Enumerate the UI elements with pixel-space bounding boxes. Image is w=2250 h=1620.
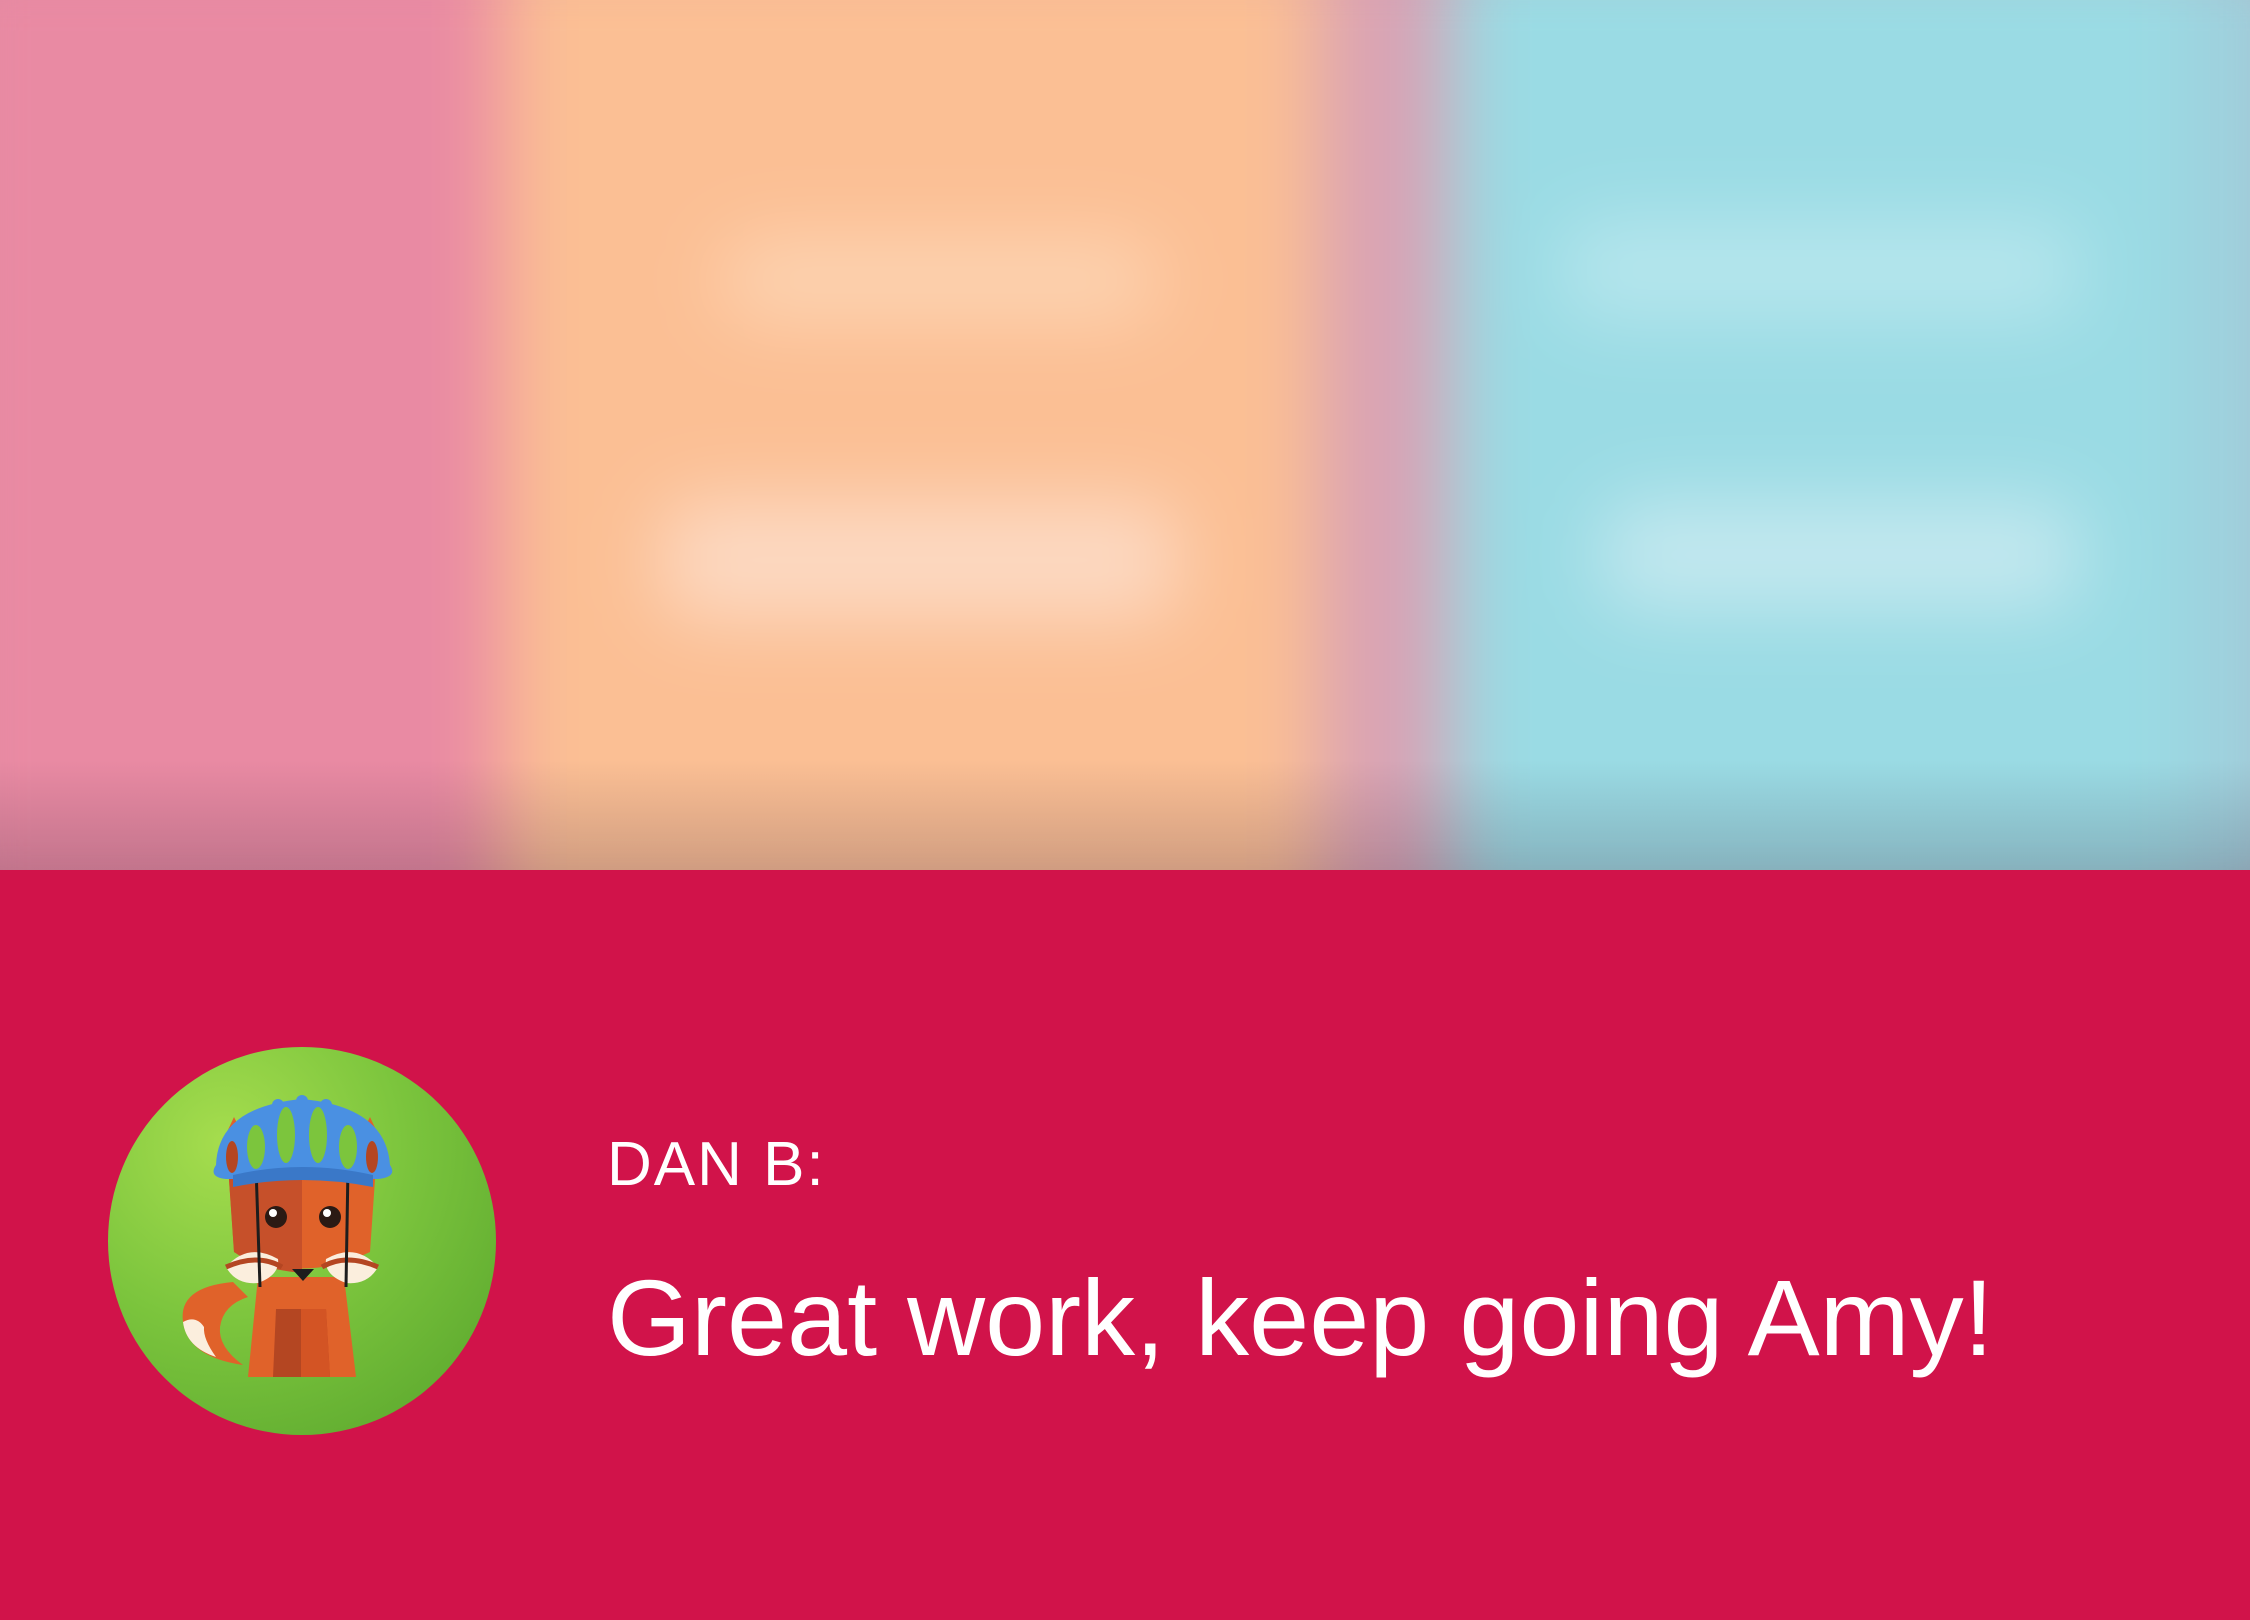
blurred-background: [0, 0, 2250, 870]
fox-cyclist-icon: [182, 1095, 393, 1377]
avatar: [108, 1047, 496, 1435]
message-text: Great work, keep going Amy!: [607, 1257, 1994, 1378]
sender-name: DAN B:: [607, 1130, 826, 1199]
backdrop-shade: [0, 0, 2250, 870]
